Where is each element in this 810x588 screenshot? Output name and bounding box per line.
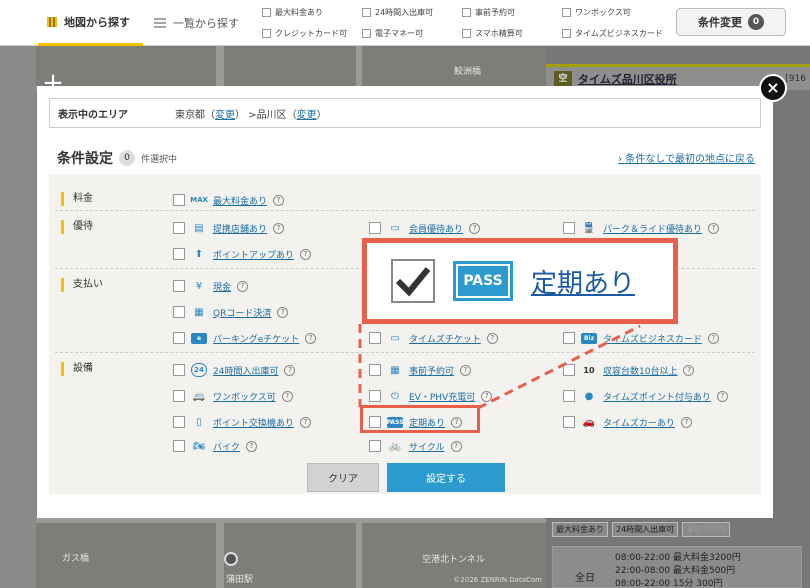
checked-checkbox-icon: [391, 259, 435, 303]
highlight-box: [360, 405, 480, 433]
callout-label: 定期あり: [531, 268, 636, 299]
pass-badge-icon: PASS: [453, 261, 513, 301]
zoom-callout: PASS 定期あり: [362, 238, 678, 324]
checkmark-icon: [395, 267, 431, 297]
